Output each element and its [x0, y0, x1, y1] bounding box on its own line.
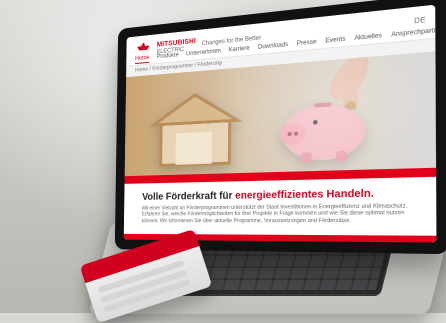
wooden-house-icon: [144, 84, 260, 170]
nav-item[interactable]: Unternehmen: [186, 47, 221, 59]
hand-icon: [329, 56, 369, 113]
piggy-bank-icon: [280, 102, 366, 163]
intro-paragraph: Mit einer Vielzahl an Förderprogrammen u…: [141, 203, 408, 225]
laptop-screen: MITSUBISHI ELECTRIC Changes for the Bett…: [114, 0, 446, 255]
headline-highlight: energieeffizientes Handeln.: [235, 188, 375, 202]
nav-item[interactable]: Produkte: [157, 51, 179, 62]
page-headline: Volle Förderkraft für energieeffizientes…: [142, 188, 374, 203]
headline-prefix: Volle Förderkraft für: [142, 190, 233, 203]
nav-item[interactable]: Home: [135, 53, 150, 64]
hero-content: Volle Förderkraft für energieeffizientes…: [123, 176, 437, 243]
language-selector[interactable]: DE: [414, 17, 426, 26]
nav-item[interactable]: Downloads: [258, 40, 289, 52]
nav-item[interactable]: Aktuelles: [354, 31, 382, 43]
nav-item[interactable]: Karriere: [229, 44, 250, 55]
nav-item[interactable]: Events: [325, 35, 345, 46]
nav-item[interactable]: Ansprechpartner: [391, 25, 436, 40]
nav-item[interactable]: Presse: [297, 38, 317, 49]
website-viewport: MITSUBISHI ELECTRIC Changes for the Bett…: [123, 4, 437, 243]
